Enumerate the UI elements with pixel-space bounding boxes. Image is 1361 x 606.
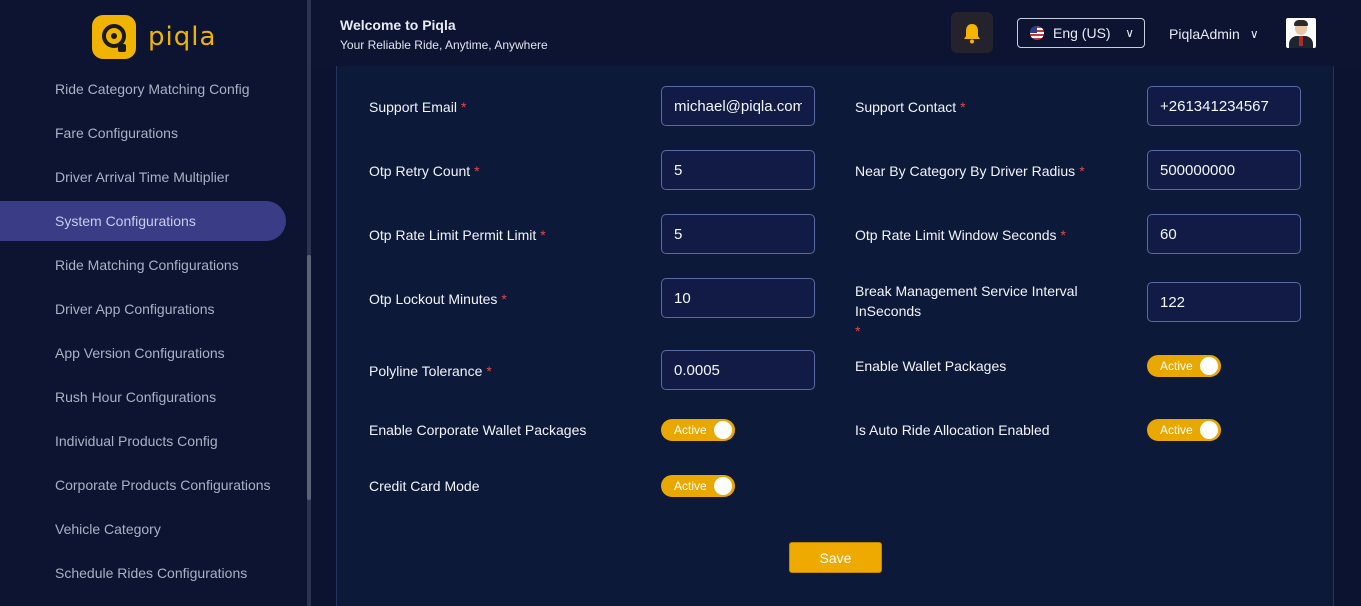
otp-rate-limit-label: Otp Rate Limit Permit Limit *	[369, 227, 546, 243]
auto-ride-toggle[interactable]: Active	[1147, 419, 1221, 441]
support-contact-label: Support Contact *	[855, 99, 966, 115]
toggle-status: Active	[674, 423, 707, 437]
scrollbar-thumb[interactable]	[307, 255, 311, 500]
otp-lockout-label: Otp Lockout Minutes *	[369, 291, 507, 307]
otp-window-label: Otp Rate Limit Window Seconds *	[855, 227, 1066, 243]
break-interval-input[interactable]	[1147, 282, 1301, 322]
polyline-tolerance-input[interactable]	[661, 350, 815, 390]
support-email-input[interactable]	[661, 86, 815, 126]
sidebar-item-rush-hour[interactable]: Rush Hour Configurations	[0, 375, 286, 419]
sidebar-item-system-configurations[interactable]: System Configurations	[0, 201, 286, 241]
sidebar: piqla Ride Category Matching Config Fare…	[0, 0, 307, 606]
auto-ride-label: Is Auto Ride Allocation Enabled	[855, 422, 1050, 438]
support-email-label: Support Email *	[369, 99, 467, 115]
otp-window-input[interactable]	[1147, 214, 1301, 254]
sidebar-item-ride-category-matching[interactable]: Ride Category Matching Config	[0, 67, 286, 111]
brand-name: piqla	[148, 22, 217, 52]
language-select[interactable]: Eng (US) ∨	[1017, 18, 1145, 48]
wallet-packages-label: Enable Wallet Packages	[855, 358, 1007, 374]
welcome-title: Welcome to Piqla	[340, 17, 456, 33]
otp-retry-count-input[interactable]	[661, 150, 815, 190]
system-configurations-form: Support Email* Support Contact* Otp Retr…	[336, 66, 1334, 606]
top-header: Welcome to Piqla Your Reliable Ride, Any…	[311, 0, 1361, 66]
toggle-knob	[714, 421, 732, 439]
user-name: PiqlaAdmin	[1169, 26, 1240, 42]
sidebar-item-driver-arrival-multiplier[interactable]: Driver Arrival Time Multiplier	[0, 155, 286, 199]
corporate-wallet-toggle[interactable]: Active	[661, 419, 735, 441]
sidebar-item-vehicle-category[interactable]: Vehicle Category	[0, 507, 286, 551]
sidebar-item-fare-configurations[interactable]: Fare Configurations	[0, 111, 286, 155]
toggle-status: Active	[1160, 423, 1193, 437]
credit-card-mode-label: Credit Card Mode	[369, 478, 480, 494]
brand-logo[interactable]: piqla	[92, 15, 216, 59]
toggle-status: Active	[1160, 359, 1193, 373]
chevron-down-icon: ∨	[1125, 26, 1134, 40]
otp-retry-count-label: Otp Retry Count *	[369, 163, 480, 179]
avatar[interactable]	[1286, 18, 1316, 48]
break-interval-label: Break Management Service Interval InSeco…	[855, 283, 1078, 339]
notifications-button[interactable]	[951, 12, 993, 53]
wallet-packages-toggle[interactable]: Active	[1147, 355, 1221, 377]
otp-rate-limit-input[interactable]	[661, 214, 815, 254]
toggle-knob	[1200, 421, 1218, 439]
us-flag-icon	[1030, 26, 1044, 40]
near-by-radius-input[interactable]	[1147, 150, 1301, 190]
sidebar-item-ride-matching[interactable]: Ride Matching Configurations	[0, 243, 286, 287]
sidebar-scrollbar[interactable]	[307, 0, 311, 606]
toggle-knob	[714, 477, 732, 495]
chevron-down-icon: ∨	[1249, 27, 1259, 41]
near-by-radius-label: Near By Category By Driver Radius *	[855, 163, 1085, 179]
credit-card-mode-toggle[interactable]: Active	[661, 475, 735, 497]
corporate-wallet-label: Enable Corporate Wallet Packages	[369, 422, 587, 438]
toggle-status: Active	[674, 479, 707, 493]
toggle-knob	[1200, 357, 1218, 375]
user-menu[interactable]: PiqlaAdmin ∨	[1169, 26, 1259, 42]
sidebar-item-app-version[interactable]: App Version Configurations	[0, 331, 286, 375]
sidebar-item-corporate-products[interactable]: Corporate Products Configurations	[0, 463, 286, 507]
welcome-tagline: Your Reliable Ride, Anytime, Anywhere	[340, 38, 548, 52]
support-contact-input[interactable]	[1147, 86, 1301, 126]
bell-icon	[964, 23, 980, 43]
sidebar-item-schedule-rides[interactable]: Schedule Rides Configurations	[0, 551, 286, 595]
sidebar-item-individual-products[interactable]: Individual Products Config	[0, 419, 286, 463]
sidebar-item-driver-app[interactable]: Driver App Configurations	[0, 287, 286, 331]
language-value: Eng (US)	[1053, 25, 1111, 41]
logo-icon	[92, 15, 136, 59]
save-button[interactable]: Save	[789, 542, 882, 573]
polyline-tolerance-label: Polyline Tolerance *	[369, 363, 492, 379]
sidebar-nav: Ride Category Matching Config Fare Confi…	[0, 67, 307, 595]
otp-lockout-input[interactable]	[661, 278, 815, 318]
